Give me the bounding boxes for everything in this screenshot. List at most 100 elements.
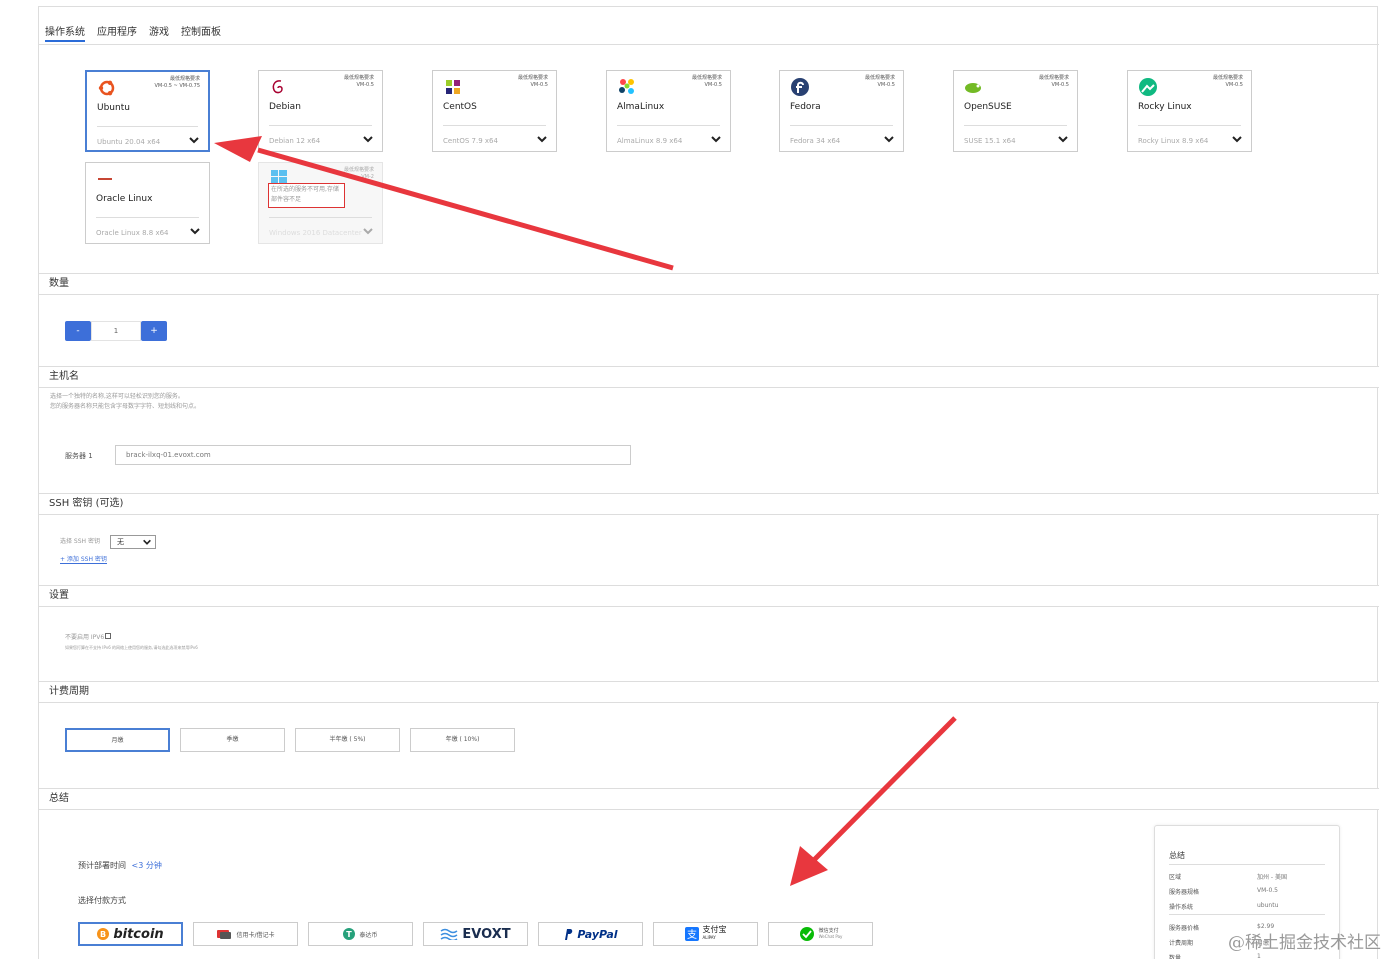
os-version-select[interactable]: Fedora 34 x64: [790, 137, 840, 145]
pay-evoxt[interactable]: EVOXT: [423, 922, 528, 946]
ipv6-note: 如果您打算在不支持 IPv6 的网络上使用您的服务,请勾选此选项来禁用IPv6: [65, 645, 198, 650]
tab-os[interactable]: 操作系统: [45, 23, 85, 42]
svg-text:支: 支: [687, 929, 697, 941]
os-name: Oracle Linux: [96, 194, 153, 204]
chevron-down-icon[interactable]: [1057, 133, 1069, 145]
almalinux-logo-icon: [619, 79, 634, 94]
opensuse-logo-icon: [965, 83, 981, 93]
os-version-select[interactable]: AlmaLinux 8.9 x64: [617, 137, 682, 145]
bitcoin-icon: B: [97, 928, 110, 940]
ipv6-checkbox[interactable]: [105, 633, 112, 639]
payment-label: 选择付款方式: [78, 896, 126, 905]
os-card-debian[interactable]: 最低规格要求 VM-0.5 Debian Debian 12 x64: [258, 70, 383, 152]
os-version-select: Windows 2016 Datacenter: [269, 229, 362, 237]
deploy-time: 预计部署时间 <3 分钟: [78, 860, 162, 871]
os-name: AlmaLinux: [617, 102, 665, 112]
ubuntu-logo-icon: [98, 80, 115, 96]
os-card-opensuse[interactable]: 最低规格要求 VM-0.5 OpenSUSE SUSE 15.1 x64: [953, 70, 1078, 152]
chevron-down-icon[interactable]: [189, 225, 201, 237]
os-name: OpenSUSE: [964, 102, 1012, 112]
summary-row: 操作系统 ubuntu: [1169, 902, 1279, 911]
svg-text:T: T: [347, 930, 353, 939]
add-ssh-key-link[interactable]: + 添加 SSH 密钥: [60, 554, 107, 564]
deploy-time-value: <3 分钟: [131, 861, 162, 870]
category-tabs: 操作系统 应用程序 游戏 控制面板: [39, 17, 1379, 45]
quantity-input[interactable]: 1: [91, 321, 141, 341]
billing-annual[interactable]: 年缴 ( 10%): [410, 728, 515, 752]
pay-bitcoin[interactable]: B bitcoin: [78, 922, 183, 946]
ssh-select-value: 无: [117, 538, 124, 546]
os-version-select[interactable]: CentOS 7.9 x64: [443, 137, 498, 145]
section-settings: 设置: [39, 585, 1379, 607]
os-card-almalinux[interactable]: 最低规格要求 VM-0.5 AlmaLinux AlmaLinux 8.9 x64: [606, 70, 731, 152]
min-requirement: 最低规格要求 VM-0.5: [864, 75, 895, 88]
section-ssh: SSH 密钥 (可选): [39, 493, 1379, 515]
pay-usdt[interactable]: T 泰达币: [308, 922, 413, 946]
alipay-sub: ALIPAY: [702, 935, 716, 940]
section-billing: 计费周期: [39, 681, 1379, 703]
os-version-select[interactable]: Ubuntu 20.04 x64: [97, 138, 160, 146]
section-hostname: 主机名: [39, 366, 1379, 388]
os-version-select[interactable]: Oracle Linux 8.8 x64: [96, 229, 169, 237]
card-label: 信用卡/借记卡: [236, 931, 275, 939]
os-version-select[interactable]: Debian 12 x64: [269, 137, 320, 145]
usdt-label: 泰达币: [359, 931, 378, 939]
evoxt-label: EVOXT: [462, 926, 511, 942]
bitcoin-label: bitcoin: [113, 926, 164, 942]
tab-control-panel[interactable]: 控制面板: [181, 23, 221, 38]
fedora-logo-icon: [791, 78, 809, 96]
billing-monthly[interactable]: 月缴: [65, 728, 170, 752]
oracle-logo-icon: [98, 178, 112, 180]
chevron-down-icon[interactable]: [883, 133, 895, 145]
ssh-select-label: 选择 SSH 密钥: [60, 538, 100, 545]
tab-games[interactable]: 游戏: [149, 23, 169, 38]
chevron-down-icon[interactable]: [710, 133, 722, 145]
os-name: CentOS: [443, 102, 477, 112]
tether-icon: T: [343, 928, 356, 940]
os-name: Fedora: [790, 102, 821, 112]
order-page: 操作系统 应用程序 游戏 控制面板 最低规格要求 VM-0.5 ~ VM-0.75…: [38, 6, 1379, 959]
paypal-icon: [565, 929, 573, 940]
billing-quarterly[interactable]: 季缴: [180, 728, 285, 752]
os-card-ubuntu[interactable]: 最低规格要求 VM-0.5 ~ VM-0.75 Ubuntu Ubuntu 20.…: [85, 70, 210, 152]
min-requirement: 最低规格要求 VM-0.5: [1212, 75, 1243, 88]
os-card-centos[interactable]: 最低规格要求 VM-0.5 CentOS CentOS 7.9 x64: [432, 70, 557, 152]
tab-apps[interactable]: 应用程序: [97, 23, 137, 38]
evoxt-wave-icon: [440, 928, 458, 940]
hostname-input[interactable]: brack-ilxq-01.evoxt.com: [115, 445, 631, 465]
quantity-plus-button[interactable]: +: [141, 321, 167, 341]
summary-row: 区域 加州 - 美国: [1169, 874, 1287, 881]
os-version-select[interactable]: Rocky Linux 8.9 x64: [1138, 137, 1208, 145]
chevron-down-icon: [363, 228, 373, 235]
chevron-down-icon[interactable]: [536, 133, 548, 145]
section-summary: 总结: [39, 788, 1379, 810]
centos-logo-icon: [446, 80, 460, 94]
hostname-label: 服务器 1: [65, 452, 93, 460]
os-name: Ubuntu: [97, 103, 130, 113]
os-card-oracle-linux[interactable]: Oracle Linux Oracle Linux 8.8 x64: [85, 162, 210, 244]
os-card-windows: 最低规格要求 VM-2 在所选的服务不可用,存储部件容不足 Windows 201…: [258, 162, 383, 244]
pay-card[interactable]: 信用卡/借记卡: [193, 922, 298, 946]
chevron-down-icon: [143, 539, 151, 545]
os-card-fedora[interactable]: 最低规格要求 VM-0.5 Fedora Fedora 34 x64: [779, 70, 904, 152]
section-quantity: 数量: [39, 273, 1379, 295]
os-version-select[interactable]: SUSE 15.1 x64: [964, 137, 1016, 145]
summary-row: 数量 1: [1169, 953, 1261, 959]
svg-text:B: B: [100, 930, 106, 939]
pay-alipay[interactable]: 支 支付宝 ALIPAY: [653, 922, 758, 946]
os-card-rocky-linux[interactable]: 最低规格要求 VM-0.5 Rocky Linux Rocky Linux 8.9…: [1127, 70, 1252, 152]
alipay-text: 支付宝 ALIPAY: [703, 926, 727, 942]
min-requirement: 最低规格要求 VM-0.5: [1038, 75, 1069, 88]
chevron-down-icon[interactable]: [362, 133, 374, 145]
hostname-note-2: 您的服务器名称只能包含字母数字字符、短划线和句点。: [50, 403, 201, 410]
pay-paypal[interactable]: PayPal: [538, 922, 643, 946]
alipay-icon: 支: [684, 927, 699, 941]
quantity-minus-button[interactable]: -: [65, 321, 91, 341]
ssh-key-select[interactable]: 无: [110, 535, 156, 549]
chevron-down-icon[interactable]: [1231, 133, 1243, 145]
pay-wechat[interactable]: 微信支付 WeChat Pay: [768, 922, 873, 946]
chevron-down-icon[interactable]: [188, 134, 200, 146]
alipay-label: 支付宝: [702, 925, 727, 934]
billing-semiannual[interactable]: 半年缴 ( 5%): [295, 728, 400, 752]
min-requirement: 最低规格要求 VM-0.5: [343, 75, 374, 88]
